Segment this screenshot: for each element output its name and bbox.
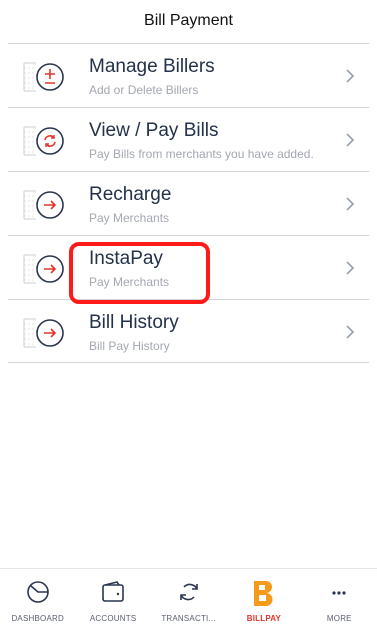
chevron-right-icon (346, 325, 355, 339)
menu-item-bill-history[interactable]: Bill History Bill Pay History (8, 299, 369, 363)
menu-item-subtitle: Bill Pay History (89, 339, 170, 353)
bottom-tab-bar: DASHBOARD ACCOUNTS TRANSACTI... BILLPAY (0, 568, 377, 637)
page-title: Bill Payment (144, 12, 233, 29)
menu-item-recharge[interactable]: Recharge Pay Merchants (8, 171, 369, 235)
arrow-right-icon (23, 318, 64, 348)
tab-label: TRANSACTI... (161, 614, 216, 623)
page-header: Bill Payment (0, 0, 377, 42)
transfer-icon (179, 583, 198, 601)
menu-item-title: Bill History (89, 312, 179, 333)
menu-item-title: View / Pay Bills (89, 120, 219, 141)
refresh-icon (23, 126, 64, 156)
menu-item-title: Manage Billers (89, 56, 215, 77)
arrow-right-icon (23, 254, 64, 284)
tab-more[interactable]: MORE (302, 569, 377, 637)
tab-label: DASHBOARD (11, 614, 64, 623)
menu-item-view-pay-bills[interactable]: View / Pay Bills Pay Bills from merchant… (8, 107, 369, 171)
menu-item-manage-billers[interactable]: Manage Billers Add or Delete Billers (8, 43, 369, 107)
menu-item-subtitle: Pay Merchants (89, 211, 170, 225)
tab-label: BILLPAY (246, 614, 282, 623)
tab-label: MORE (326, 614, 352, 623)
dashboard-icon (26, 581, 49, 603)
plus-minus-icon (23, 62, 64, 92)
tab-billpay[interactable]: BILLPAY (226, 569, 301, 637)
menu-item-title: InstaPay (89, 248, 163, 269)
tab-transactions[interactable]: TRANSACTI... (151, 569, 226, 637)
billpay-menu-list: Manage Billers Add or Delete Billers Vie… (8, 43, 369, 363)
more-icon (332, 591, 346, 595)
menu-item-subtitle: Pay Bills from merchants you have added. (89, 147, 314, 161)
tab-label: ACCOUNTS (89, 614, 137, 623)
menu-item-subtitle: Add or Delete Billers (89, 83, 199, 97)
menu-item-subtitle: Pay Merchants (89, 275, 170, 289)
chevron-right-icon (346, 69, 355, 83)
tab-dashboard[interactable]: DASHBOARD (0, 569, 75, 637)
tab-accounts[interactable]: ACCOUNTS (75, 569, 150, 637)
chevron-right-icon (346, 197, 355, 211)
arrow-right-icon (23, 190, 64, 220)
menu-item-instapay[interactable]: InstaPay Pay Merchants (8, 235, 369, 299)
chevron-right-icon (346, 133, 355, 147)
wallet-icon (102, 581, 124, 602)
menu-item-title: Recharge (89, 184, 172, 205)
chevron-right-icon (346, 261, 355, 275)
billpay-logo-icon (253, 581, 273, 606)
